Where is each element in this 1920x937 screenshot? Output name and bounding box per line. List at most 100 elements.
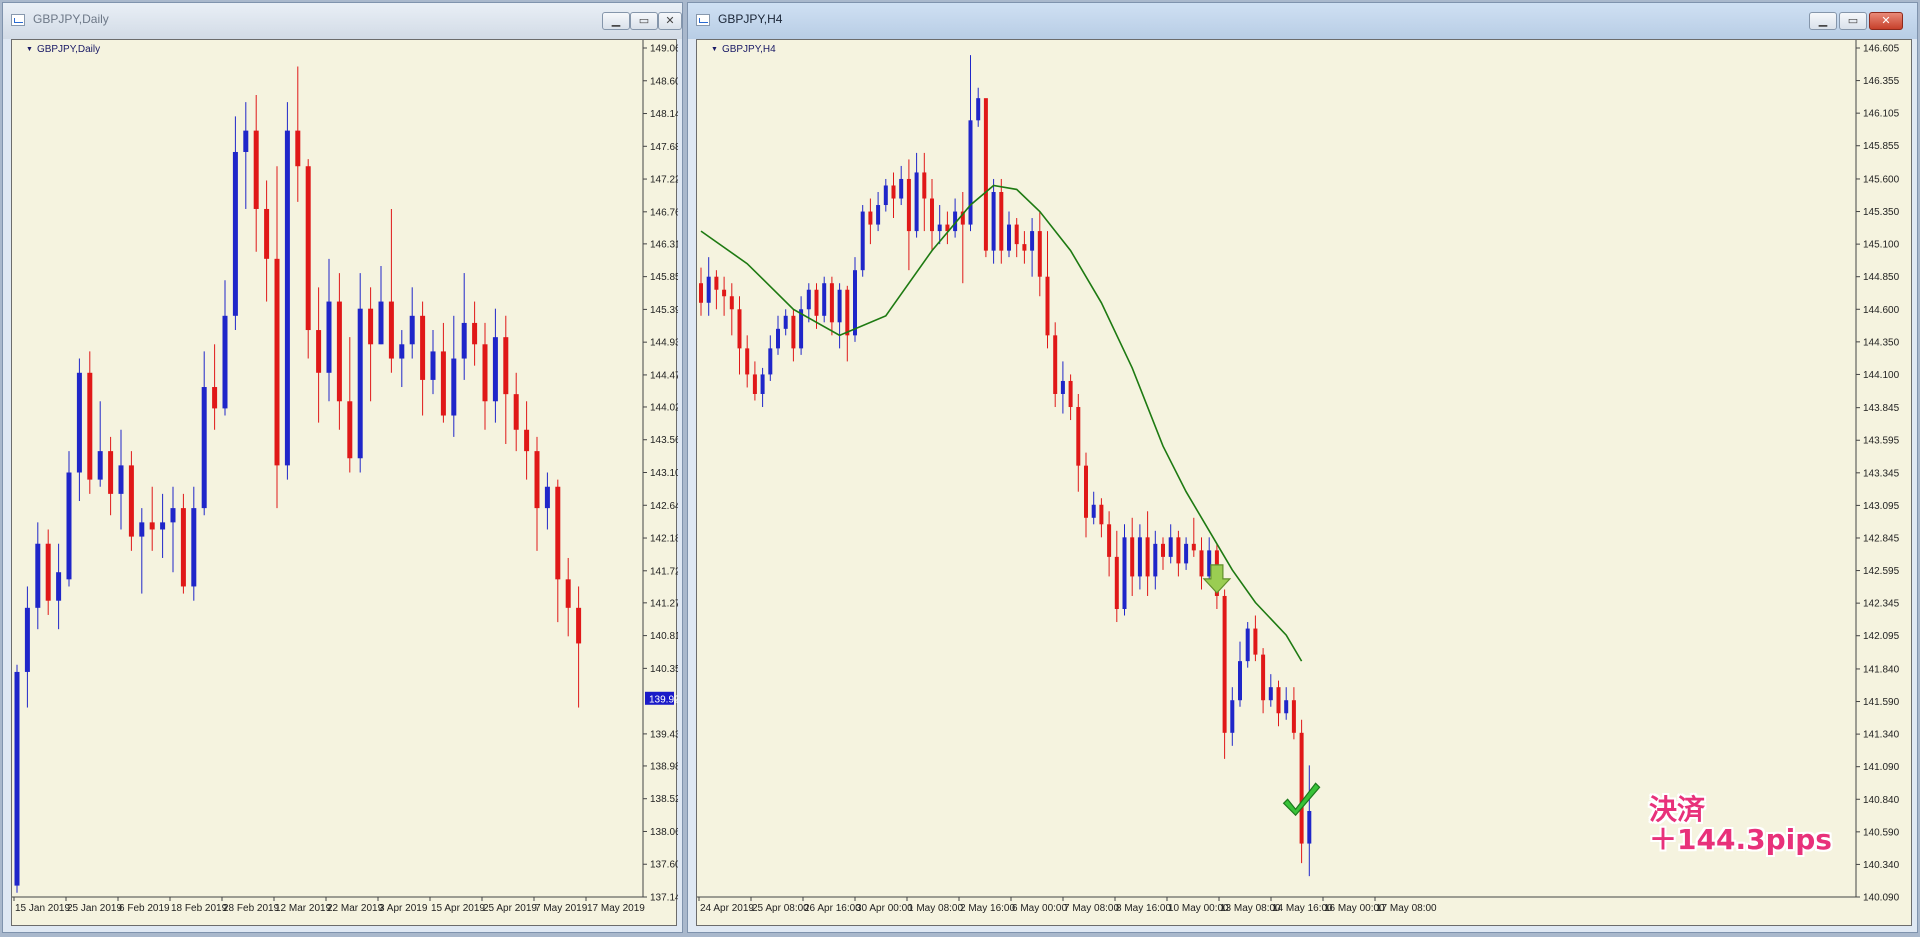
price-tick-label: 144.850 xyxy=(1863,272,1900,283)
price-tick-label: 143.345 xyxy=(1863,468,1900,479)
price-tick-label: 149.060 xyxy=(650,44,678,55)
bull-candle-body xyxy=(1168,537,1173,557)
price-tick-label: 141.720 xyxy=(650,566,678,577)
price-tick-label: 143.595 xyxy=(1863,436,1900,447)
bear-candle-body xyxy=(316,330,322,373)
bull-candle-body xyxy=(222,315,228,409)
daily-chart-window[interactable]: GBPJPY,Daily ▁ ▭ ✕ 149.060 148.600 148.140… xyxy=(2,2,683,933)
bull-candle-body xyxy=(399,344,405,359)
bear-candle-body xyxy=(482,344,488,402)
close-button[interactable]: ✕ xyxy=(658,12,682,30)
price-tick-label: 145.350 xyxy=(1863,207,1900,218)
price-tick-label: 140.590 xyxy=(1863,827,1900,838)
price-tick-label: 141.270 xyxy=(650,598,678,609)
h4-window-titlebar[interactable]: GBPJPY,H4 ▁ ▭ ✕ xyxy=(688,3,1917,39)
bear-candle-body xyxy=(906,178,911,232)
bull-candle-body xyxy=(14,671,20,886)
price-tick-label: 137.140 xyxy=(650,893,678,904)
time-tick-label: 15 Apr 2019 xyxy=(431,903,485,914)
bear-candle-body xyxy=(752,374,757,394)
bear-candle-body xyxy=(714,276,719,290)
price-tick-label: 144.020 xyxy=(650,402,678,413)
price-tick-label: 145.390 xyxy=(650,305,678,316)
bear-candle-body xyxy=(737,309,742,349)
bull-candle-body xyxy=(35,543,41,608)
bear-candle-body xyxy=(440,351,446,416)
bear-candle-body xyxy=(1276,687,1281,714)
bear-candle-body xyxy=(336,301,342,402)
bull-candle-body xyxy=(409,315,415,345)
daily-candlestick-chart: 149.060 148.600 148.140 147.680 147.220 146.7… xyxy=(12,40,678,914)
h4-window-title: GBPJPY,H4 xyxy=(718,12,783,26)
bear-candle-body xyxy=(1053,335,1058,394)
bull-candle-body xyxy=(768,348,773,375)
time-tick-label: 26 Apr 16:00 xyxy=(804,903,861,914)
minimize-button[interactable]: ▁ xyxy=(602,12,630,30)
bull-candle-body xyxy=(97,451,103,480)
bull-candle-body xyxy=(284,130,290,466)
price-tick-label: 141.090 xyxy=(1863,762,1900,773)
bear-candle-body xyxy=(1130,537,1135,577)
price-tick-label: 142.095 xyxy=(1863,631,1900,642)
bull-candle-body xyxy=(1153,543,1158,577)
price-tick-label: 142.345 xyxy=(1863,599,1900,610)
bull-candle-body xyxy=(822,283,827,316)
bull-candle-body xyxy=(357,308,363,459)
time-tick-label: 17 May 08:00 xyxy=(1376,903,1437,914)
bear-candle-body xyxy=(868,211,873,225)
bear-candle-body xyxy=(699,283,703,303)
bear-candle-body xyxy=(891,185,896,199)
bear-candle-body xyxy=(1299,732,1304,844)
minimize-button[interactable]: ▁ xyxy=(1809,12,1837,30)
price-tick-label: 145.600 xyxy=(1863,174,1900,185)
bear-candle-body xyxy=(983,98,988,251)
bull-candle-body xyxy=(118,465,124,494)
price-tick-label: 147.680 xyxy=(650,142,678,153)
daily-chart-area[interactable]: 149.060 148.600 148.140 147.680 147.220 146.7… xyxy=(11,39,678,926)
bull-candle-body xyxy=(968,120,973,225)
daily-window-titlebar[interactable]: GBPJPY,Daily ▁ ▭ ✕ xyxy=(3,3,682,39)
price-tick-label: 138.520 xyxy=(650,794,678,805)
time-tick-label: 25 Jan 2019 xyxy=(67,903,122,914)
bear-candle-body xyxy=(791,315,796,349)
time-tick-label: 7 May 08:00 xyxy=(1064,903,1119,914)
price-tick-label: 142.595 xyxy=(1863,566,1900,577)
bull-candle-body xyxy=(1091,504,1096,518)
bear-candle-body xyxy=(253,130,259,209)
time-tick-label: 2 May 16:00 xyxy=(960,903,1015,914)
h4-chart-window[interactable]: GBPJPY,H4 ▁ ▭ ✕ 146.605 146.355 146.105 145… xyxy=(687,2,1918,933)
daily-window-title: GBPJPY,Daily xyxy=(33,12,109,26)
price-tick-label: 140.350 xyxy=(650,664,678,675)
bull-candle-body xyxy=(837,289,842,323)
bear-candle-body xyxy=(729,296,734,310)
bull-candle-body xyxy=(1007,224,1011,251)
bull-candle-body xyxy=(1030,231,1035,251)
bear-candle-body xyxy=(295,130,301,167)
bear-candle-body xyxy=(1291,700,1296,733)
bull-candle-body xyxy=(1122,537,1127,610)
bear-candle-body xyxy=(524,429,530,452)
restore-button[interactable]: ▭ xyxy=(630,12,658,30)
price-tick-label: 143.095 xyxy=(1863,501,1900,512)
time-tick-label: 30 Apr 00:00 xyxy=(856,903,913,914)
bear-candle-body xyxy=(1099,504,1104,525)
bull-candle-body xyxy=(914,172,919,232)
price-tick-label: 143.560 xyxy=(650,435,678,446)
price-tick-label: 146.310 xyxy=(650,239,678,250)
close-button[interactable]: ✕ xyxy=(1869,12,1903,30)
bull-candle-body xyxy=(243,130,249,152)
restore-button[interactable]: ▭ xyxy=(1839,12,1867,30)
time-tick-label: 25 Apr 08:00 xyxy=(752,903,809,914)
bull-candle-body xyxy=(66,472,72,580)
bear-candle-body xyxy=(45,543,51,601)
bear-candle-body xyxy=(420,315,426,380)
time-tick-label: 3 Apr 2019 xyxy=(379,903,428,914)
h4-symbol-label: GBPJPY,H4 xyxy=(711,44,776,55)
bear-candle-body xyxy=(1191,543,1196,551)
bear-candle-body xyxy=(1261,654,1266,701)
bear-candle-body xyxy=(108,451,114,494)
price-tick-label: 148.600 xyxy=(650,76,678,87)
chart-window-icon xyxy=(11,14,25,26)
h4-chart-area[interactable]: 146.605 146.355 146.105 145.855 145.600 145.3… xyxy=(696,39,1912,926)
bull-candle-body xyxy=(1268,687,1273,701)
